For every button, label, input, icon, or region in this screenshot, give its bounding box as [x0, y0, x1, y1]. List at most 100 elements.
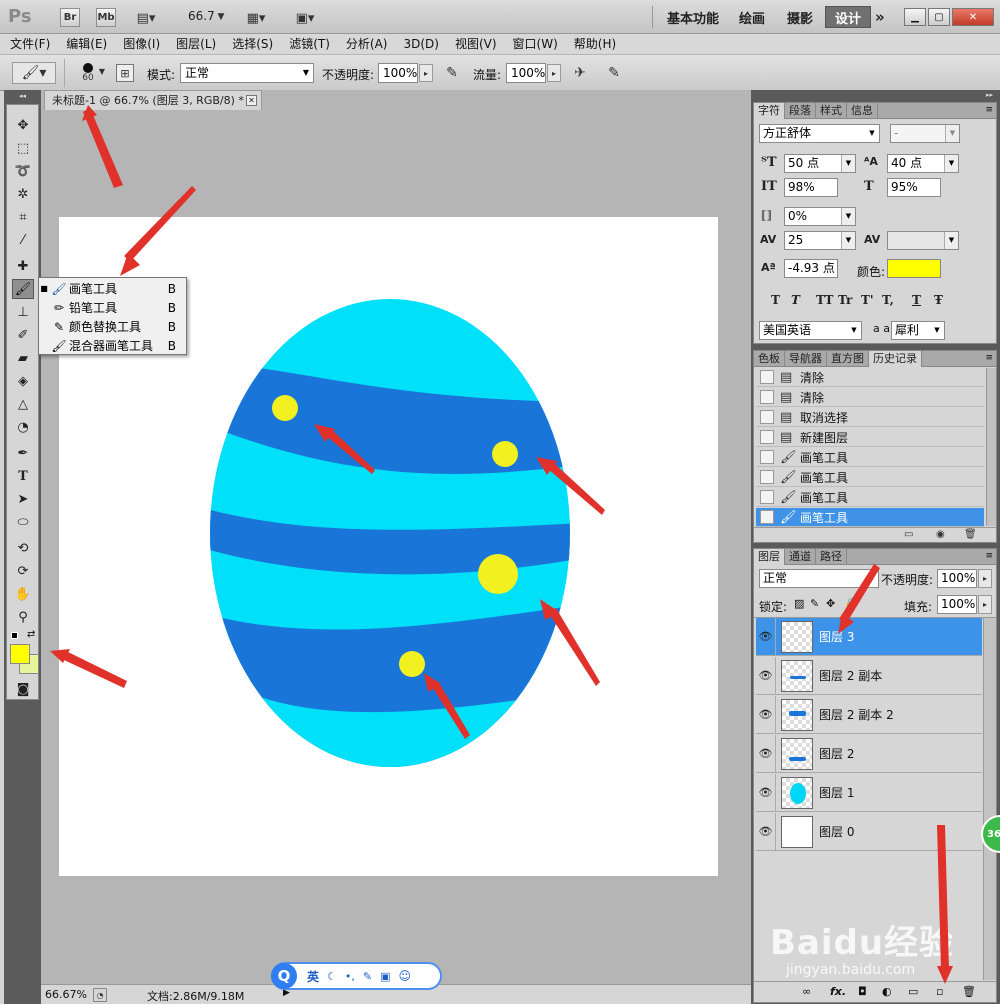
- vertical-scale-field[interactable]: 98%: [784, 178, 838, 197]
- brush-tool-icon[interactable]: 🖌: [12, 279, 34, 299]
- fill-slider-button[interactable]: ▸: [978, 595, 992, 614]
- foreground-color-swatch[interactable]: [10, 644, 30, 664]
- all-caps-button[interactable]: TT: [816, 293, 833, 307]
- layer-row[interactable]: 👁 图层 2 副本 2: [756, 695, 982, 734]
- airbrush-icon[interactable]: ✈: [570, 63, 590, 83]
- crop-tool-icon[interactable]: ⌗: [12, 207, 34, 227]
- menu-view[interactable]: 视图(V): [455, 34, 497, 54]
- new-document-from-state-icon[interactable]: ▭: [904, 529, 913, 540]
- brush-dropdown-icon[interactable]: ▼: [98, 67, 106, 76]
- history-checkbox[interactable]: [760, 410, 774, 424]
- menu-image[interactable]: 图像(I): [123, 34, 160, 54]
- flyout-item-color-replace[interactable]: ✎ 颜色替换工具 B: [39, 317, 186, 336]
- tab-channels[interactable]: 通道: [785, 549, 816, 565]
- history-checkbox[interactable]: [760, 510, 774, 524]
- view-extras-icon[interactable]: ▤▾: [130, 9, 162, 27]
- eye-icon[interactable]: 👁: [756, 734, 776, 773]
- move-tool-icon[interactable]: ✥: [12, 115, 34, 135]
- blend-mode-select[interactable]: 正常 ▼: [759, 569, 879, 588]
- zoom-level-field[interactable]: 66.7: [188, 9, 215, 23]
- faux-italic-button[interactable]: T: [791, 293, 800, 307]
- strikethrough-button[interactable]: Ŧ: [934, 293, 943, 307]
- emoji-icon[interactable]: ☺: [399, 969, 412, 983]
- flow-slider-button[interactable]: ▸: [547, 64, 561, 82]
- adjustment-layer-icon[interactable]: ◐: [882, 985, 892, 998]
- history-item[interactable]: 🖌 画笔工具: [756, 488, 984, 507]
- eye-icon[interactable]: 👁: [756, 656, 776, 695]
- arrange-documents-icon[interactable]: ▦▾: [240, 9, 272, 27]
- menu-3d[interactable]: 3D(D): [403, 34, 438, 54]
- history-checkbox[interactable]: [760, 370, 774, 384]
- tab-paths[interactable]: 路径: [816, 549, 847, 565]
- brush-panel-toggle-icon[interactable]: ⊞: [116, 64, 134, 82]
- baseline-shift-field[interactable]: -4.93 点: [784, 259, 838, 278]
- workspace-photography[interactable]: 摄影: [778, 6, 822, 28]
- tab-swatches[interactable]: 色板: [754, 351, 785, 367]
- menu-analysis[interactable]: 分析(A): [346, 34, 388, 54]
- layer-row[interactable]: 👁 图层 2 副本: [756, 656, 982, 695]
- menu-filter[interactable]: 滤镜(T): [289, 34, 330, 54]
- history-checkbox[interactable]: [760, 450, 774, 464]
- flyout-item-mixer-brush[interactable]: 🖌 混合器画笔工具 B: [39, 336, 186, 355]
- ellipse-tool-icon[interactable]: ⬭: [12, 512, 34, 532]
- history-item[interactable]: ▤ 清除: [756, 388, 984, 407]
- superscript-button[interactable]: T': [861, 293, 874, 307]
- leading-field[interactable]: 40 点 ▼: [887, 154, 959, 173]
- collapse-toolbar-icon[interactable]: ◂◂: [6, 91, 39, 101]
- status-zoom[interactable]: 66.67%: [45, 988, 87, 1001]
- path-selection-tool-icon[interactable]: ➤: [12, 489, 34, 509]
- layer-style-icon[interactable]: fx.: [830, 985, 846, 998]
- language-select[interactable]: 美国英语 ▼: [759, 321, 862, 340]
- menu-select[interactable]: 选择(S): [232, 34, 273, 54]
- history-checkbox[interactable]: [760, 390, 774, 404]
- antialias-select[interactable]: 犀利 ▼: [891, 321, 945, 340]
- clipboard-icon[interactable]: ▣: [380, 970, 390, 983]
- minimize-button[interactable]: ▁: [904, 8, 926, 26]
- opacity-input[interactable]: 100%: [378, 63, 418, 83]
- text-color-swatch[interactable]: [887, 259, 941, 278]
- menu-edit[interactable]: 编辑(E): [66, 34, 107, 54]
- document-tab[interactable]: 未标题-1 @ 66.7% (图层 3, RGB/8) * ✕: [44, 90, 262, 110]
- lock-position-icon[interactable]: ✥: [826, 597, 835, 610]
- tab-layers[interactable]: 图层: [754, 549, 785, 565]
- eye-icon[interactable]: 👁: [756, 617, 776, 656]
- menu-file[interactable]: 文件(F): [10, 34, 50, 54]
- swap-colors-icon[interactable]: ⇄: [27, 629, 35, 640]
- ime-language[interactable]: 英: [307, 968, 319, 985]
- eraser-tool-icon[interactable]: ▰: [12, 348, 34, 368]
- tab-paragraph[interactable]: 段落: [785, 103, 816, 119]
- tab-histogram[interactable]: 直方图: [827, 351, 869, 367]
- lock-pixels-icon[interactable]: ✎: [810, 597, 819, 610]
- tool-preset-picker[interactable]: 🖌▾: [12, 62, 56, 84]
- small-caps-button[interactable]: Tr: [838, 293, 852, 307]
- eye-icon[interactable]: 👁: [756, 812, 776, 851]
- quick-mask-icon[interactable]: ◙: [12, 679, 34, 699]
- 3d-rotate-tool-icon[interactable]: ⟲: [12, 538, 34, 558]
- font-family-select[interactable]: 方正舒体 ▼: [759, 124, 880, 143]
- mini-bridge-button[interactable]: Mb: [96, 8, 116, 27]
- tab-info[interactable]: 信息: [847, 103, 878, 119]
- history-scrollbar[interactable]: [986, 368, 996, 526]
- history-checkbox[interactable]: [760, 430, 774, 444]
- blur-tool-icon[interactable]: △: [12, 394, 34, 414]
- eye-icon[interactable]: 👁: [756, 695, 776, 734]
- layer-row[interactable]: 👁 图层 2: [756, 734, 982, 773]
- underline-button[interactable]: T: [912, 293, 921, 307]
- tsume-field[interactable]: 0% ▼: [784, 207, 856, 226]
- ime-logo[interactable]: Q: [271, 963, 297, 989]
- wrench-icon[interactable]: ✎: [363, 970, 372, 983]
- workspace-design[interactable]: 设计: [825, 6, 872, 28]
- workspace-painting[interactable]: 绘画: [730, 6, 774, 28]
- flyout-item-brush[interactable]: ■ 🖌 画笔工具 B: [39, 279, 186, 298]
- quick-select-tool-icon[interactable]: ✲: [12, 184, 34, 204]
- paint-bucket-tool-icon[interactable]: ◈: [12, 371, 34, 391]
- snapshot-icon[interactable]: ◉: [936, 529, 945, 540]
- font-size-field[interactable]: 50 点 ▼: [784, 154, 856, 173]
- moon-icon[interactable]: ☾: [327, 970, 337, 983]
- history-item-selected[interactable]: 🖌 画笔工具: [756, 508, 984, 527]
- faux-bold-button[interactable]: T: [771, 293, 780, 307]
- history-item[interactable]: 🖌 画笔工具: [756, 448, 984, 467]
- delete-layer-icon[interactable]: 🗑: [962, 985, 976, 998]
- lasso-tool-icon[interactable]: ➰: [12, 161, 34, 181]
- close-button[interactable]: ✕: [952, 8, 994, 26]
